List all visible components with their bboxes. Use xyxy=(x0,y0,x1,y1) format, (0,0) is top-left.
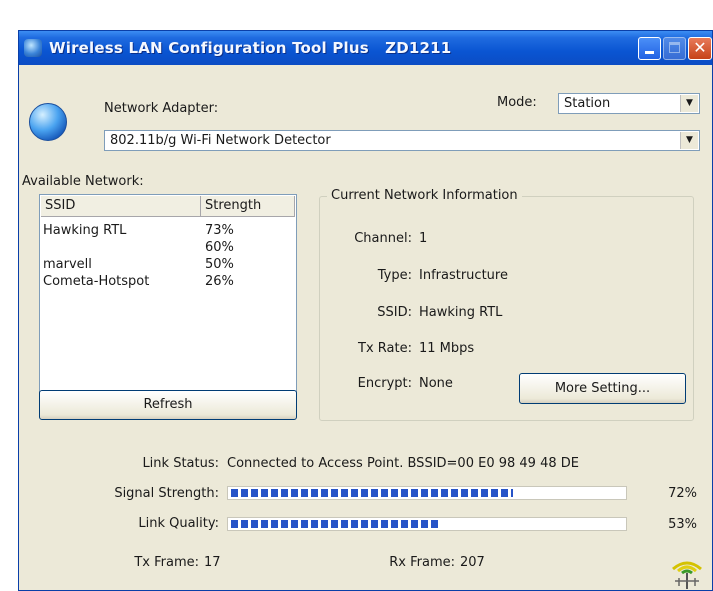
dropdown-arrow-icon[interactable]: ▼ xyxy=(680,132,698,149)
rx-frame-label: Rx Frame: xyxy=(389,555,455,570)
channel-value: 1 xyxy=(419,231,428,246)
network-strength: 60% xyxy=(205,240,234,255)
network-row[interactable]: Hawking RTL 73% xyxy=(40,223,296,240)
tx-frame-value: 17 xyxy=(204,555,221,570)
available-network-list[interactable]: SSID Strength Hawking RTL 73% 60% marvel… xyxy=(39,194,297,412)
channel-label: Channel: xyxy=(354,231,412,246)
antenna-icon xyxy=(672,561,702,589)
link-quality-percent: 53% xyxy=(668,517,697,532)
signal-strength-percent: 72% xyxy=(668,486,697,501)
dropdown-arrow-icon[interactable]: ▼ xyxy=(680,95,698,112)
network-ssid: marvell xyxy=(43,257,92,272)
network-ssid: Cometa-Hotspot xyxy=(43,274,150,289)
encrypt-label: Encrypt: xyxy=(357,376,412,391)
network-row[interactable]: Cometa-Hotspot 26% xyxy=(40,274,296,291)
network-row[interactable]: 60% xyxy=(40,240,296,257)
network-strength: 50% xyxy=(205,257,234,272)
adapter-globe-icon xyxy=(29,103,67,141)
network-strength: 26% xyxy=(205,274,234,289)
title-bar[interactable]: Wireless LAN Configuration Tool Plus ZD1… xyxy=(19,31,712,65)
main-window: Wireless LAN Configuration Tool Plus ZD1… xyxy=(18,30,713,591)
mode-select[interactable]: Station ▼ xyxy=(558,93,700,114)
app-icon xyxy=(24,39,42,57)
refresh-button[interactable]: Refresh xyxy=(39,390,297,420)
signal-strength-label: Signal Strength: xyxy=(114,486,219,501)
txrate-value: 11 Mbps xyxy=(419,341,475,356)
minimize-button[interactable] xyxy=(638,37,661,60)
encrypt-value: None xyxy=(419,376,453,391)
link-quality-label: Link Quality: xyxy=(138,516,219,531)
network-adapter-select[interactable]: 802.11b/g Wi-Fi Network Detector ▼ xyxy=(104,130,700,151)
maximize-icon xyxy=(669,42,680,53)
network-row[interactable]: marvell 50% xyxy=(40,257,296,274)
maximize-button[interactable] xyxy=(663,37,686,60)
signal-strength-bar xyxy=(227,486,627,500)
current-network-title: Current Network Information xyxy=(327,188,522,203)
type-label: Type: xyxy=(377,268,412,283)
network-adapter-label: Network Adapter: xyxy=(104,101,219,116)
ssid-value: Hawking RTL xyxy=(419,305,503,320)
type-value: Infrastructure xyxy=(419,268,508,283)
available-network-label: Available Network: xyxy=(22,174,144,189)
rx-frame-value: 207 xyxy=(460,555,485,570)
close-button[interactable]: ✕ xyxy=(688,37,712,60)
close-icon: ✕ xyxy=(693,38,707,57)
tx-frame-label: Tx Frame: xyxy=(134,555,199,570)
txrate-label: Tx Rate: xyxy=(358,341,412,356)
window-title: Wireless LAN Configuration Tool Plus ZD1… xyxy=(49,39,452,57)
minimize-icon xyxy=(645,51,654,54)
link-status-label: Link Status: xyxy=(142,456,219,471)
network-strength: 73% xyxy=(205,223,234,238)
link-quality-bar xyxy=(227,517,627,531)
mode-label: Mode: xyxy=(497,95,537,110)
mode-value: Station xyxy=(564,96,611,111)
link-status-value: Connected to Access Point. BSSID=00 E0 9… xyxy=(227,456,579,471)
network-ssid: Hawking RTL xyxy=(43,223,127,238)
column-header-strength[interactable]: Strength xyxy=(201,196,295,217)
ssid-label: SSID: xyxy=(377,305,412,320)
column-header-ssid[interactable]: SSID xyxy=(41,196,201,217)
more-setting-button[interactable]: More Setting... xyxy=(519,373,686,404)
link-quality-fill xyxy=(231,520,439,528)
network-adapter-value: 802.11b/g Wi-Fi Network Detector xyxy=(110,133,331,148)
signal-strength-fill xyxy=(231,489,513,497)
